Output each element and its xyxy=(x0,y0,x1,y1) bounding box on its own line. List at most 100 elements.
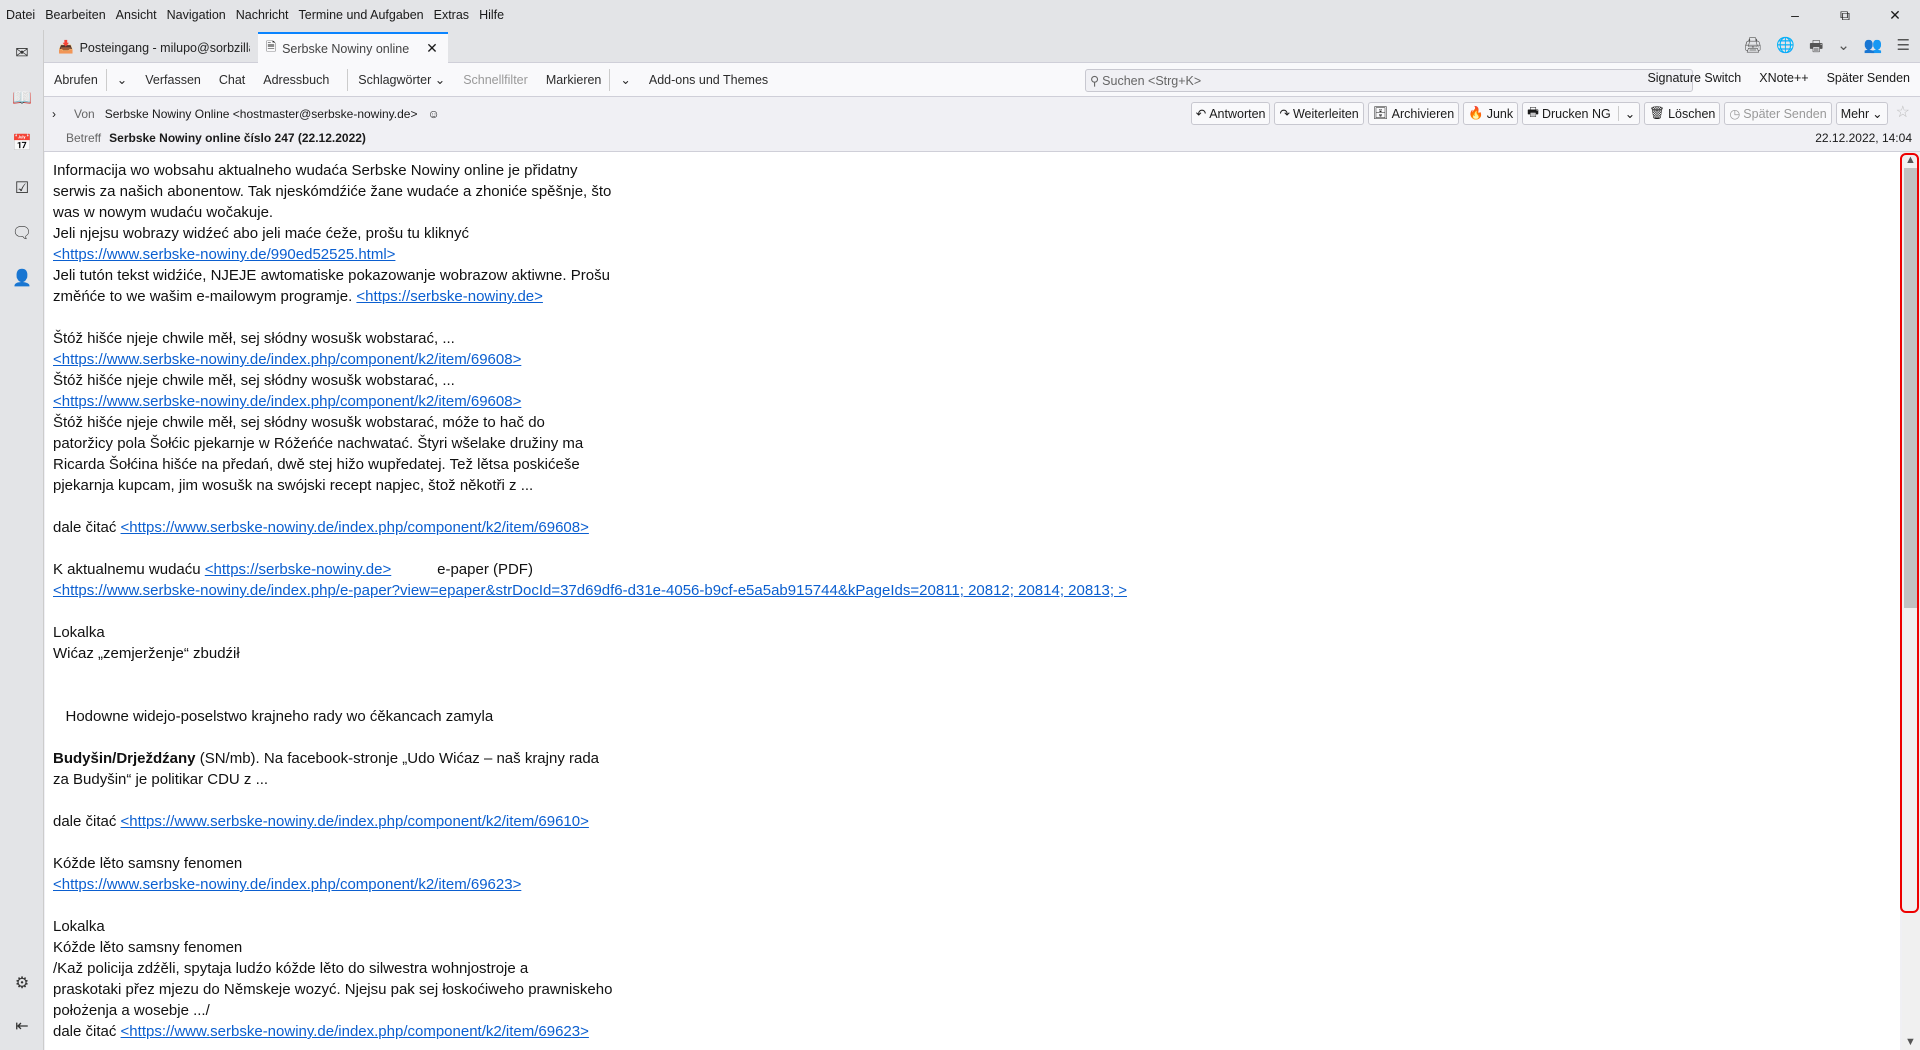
expand-header-icon[interactable]: › xyxy=(52,107,56,121)
get-messages-button[interactable]: Abrufen xyxy=(54,73,98,87)
menu-nachricht[interactable]: Nachricht xyxy=(236,8,289,22)
chevron-down-icon[interactable]: ⌄ xyxy=(620,72,630,87)
body-line: dale čitać <https://www.serbske-nowiny.d… xyxy=(53,1021,1900,1042)
search-icon: ⚲ xyxy=(1090,74,1100,88)
body-bold-text: Budyšin/Drježdźany xyxy=(53,750,196,767)
body-line: Kóžde lěto samsny fenomen xyxy=(53,853,1900,874)
body-text: Štóž hišće njeje chwile měł, sej słódny … xyxy=(53,372,455,389)
globe-icon[interactable]: 🌐 xyxy=(1776,36,1795,61)
body-link[interactable]: <https://www.serbske-nowiny.de/index.php… xyxy=(53,351,521,368)
body-line: <https://www.serbske-nowiny.de/index.php… xyxy=(53,349,1900,370)
body-line: Lokalka xyxy=(53,916,1900,937)
account-icon[interactable]: 👥 xyxy=(1864,36,1883,61)
more-button[interactable]: Mehr ⌄ xyxy=(1835,102,1888,125)
print-icon[interactable]: 🖨 xyxy=(1743,36,1762,61)
quick-filter-button[interactable]: Schnellfilter xyxy=(463,73,528,87)
junk-button[interactable]: 🔥 Junk xyxy=(1463,102,1519,125)
delete-button[interactable]: 🗑 Löschen xyxy=(1644,102,1721,125)
body-line: <https://www.serbske-nowiny.de/index.php… xyxy=(53,580,1900,601)
addons-button[interactable]: Add-ons und Themes xyxy=(649,73,768,87)
body-link[interactable]: <https://serbske-nowiny.de> xyxy=(356,288,543,305)
body-text: Hodowne widejo-poselstwo krajneho rady w… xyxy=(53,708,494,725)
archive-button[interactable]: 🗄 Archivieren xyxy=(1367,102,1460,125)
body-line xyxy=(53,895,1900,916)
body-line: Ricarda Šołćina hišće na předań, dwě ste… xyxy=(53,454,1900,475)
body-text: pjekarnja kupcam, jim wosušk na swójski … xyxy=(53,477,534,494)
star-icon[interactable]: ☆ xyxy=(1892,102,1914,125)
menu-extras[interactable]: Extras xyxy=(434,8,469,22)
print-ng-button[interactable]: 🖶 Drucken NG ⌄ xyxy=(1522,102,1641,125)
xnote-button[interactable]: XNote++ xyxy=(1759,71,1808,85)
body-line: <https://www.serbske-nowiny.de/990ed5252… xyxy=(53,244,1900,265)
body-link[interactable]: <https://serbske-nowiny.de> xyxy=(205,561,392,578)
tasks-icon[interactable]: ☑ xyxy=(11,177,33,199)
body-text: praskotaki přez mjezu do Němskeje wozyć.… xyxy=(53,981,613,998)
body-line: Štóž hišće njeje chwile měł, sej słódny … xyxy=(53,412,1900,433)
body-link[interactable]: <https://www.serbske-nowiny.de/index.php… xyxy=(121,519,589,536)
body-link[interactable]: <https://www.serbske-nowiny.de/990ed5252… xyxy=(53,246,395,263)
tags-button[interactable]: Schlagwörter ⌄ xyxy=(358,72,445,87)
body-text: Wićaz „zemjerženje“ zbudźił xyxy=(53,645,240,662)
scroll-down-icon[interactable]: ▼ xyxy=(1905,1036,1916,1048)
print-ng-icon[interactable]: 🖶 xyxy=(1809,36,1823,61)
menu-datei[interactable]: Datei xyxy=(6,8,35,22)
forward-button[interactable]: ↷ Weiterleiten xyxy=(1274,102,1364,125)
body-line: Lokalka xyxy=(53,622,1900,643)
write-button[interactable]: Verfassen xyxy=(145,73,201,87)
highlight-box xyxy=(1900,153,1919,913)
mail-icon[interactable]: ✉ xyxy=(11,42,33,64)
reply-button[interactable]: ↶ Antworten xyxy=(1190,102,1271,125)
body-line: dale čitać <https://www.serbske-nowiny.d… xyxy=(53,517,1900,538)
menu-termine[interactable]: Termine und Aufgaben xyxy=(299,8,424,22)
body-link[interactable]: <https://www.serbske-nowiny.de/index.php… xyxy=(53,393,521,410)
inbox-icon: 📥 xyxy=(58,40,74,54)
menu-ansicht[interactable]: Ansicht xyxy=(116,8,157,22)
menu-hilfe[interactable]: Hilfe xyxy=(479,8,504,22)
hamburger-menu-icon[interactable]: ☰ xyxy=(1897,36,1910,61)
send-later-header-button[interactable]: ◷ Später Senden xyxy=(1724,102,1832,125)
body-line: Štóž hišće njeje chwile měł, sej słódny … xyxy=(53,370,1900,391)
body-line: <https://www.serbske-nowiny.de/index.php… xyxy=(53,874,1900,895)
body-line xyxy=(53,538,1900,559)
addressbook-button[interactable]: Adressbuch xyxy=(263,73,329,87)
calendar-icon[interactable]: 📅 xyxy=(11,132,33,154)
tab-inbox[interactable]: 📥 Posteingang - milupo@sorbzilla xyxy=(50,32,258,63)
body-link[interactable]: <https://www.serbske-nowiny.de/index.php… xyxy=(53,582,1127,599)
body-text: Jeli tutón tekst widźiće, NJEJE awtomati… xyxy=(53,267,610,284)
send-later-button[interactable]: Später Senden xyxy=(1827,71,1910,85)
settings-icon[interactable]: ⚙ xyxy=(11,972,33,994)
close-tab-icon[interactable]: ✕ xyxy=(426,40,438,57)
body-text: dale čitać xyxy=(53,519,121,536)
body-line: změńće to we wašim e-mailowym programje.… xyxy=(53,286,1900,307)
chat-icon[interactable]: 🗨 xyxy=(11,222,33,244)
collapse-icon[interactable]: ⇤ xyxy=(11,1015,33,1037)
main-toolbar: Abrufen ⌄ Verfassen Chat Adressbuch Schl… xyxy=(44,63,1920,97)
chat-button[interactable]: Chat xyxy=(219,73,245,87)
chevron-down-icon[interactable]: ⌄ xyxy=(1617,106,1635,121)
contacts-icon[interactable]: 👤 xyxy=(11,267,33,289)
body-text: Kóžde lěto samsny fenomen xyxy=(53,855,243,872)
search-input[interactable]: ⚲ Suchen <Strg+K> xyxy=(1085,69,1693,92)
subject-value: Serbske Nowiny online číslo 247 (22.12.2… xyxy=(109,131,366,145)
body-line: za Budyšin“ je politikar CDU z ... xyxy=(53,769,1900,790)
menu-bearbeiten[interactable]: Bearbeiten xyxy=(45,8,105,22)
close-icon[interactable]: ✕ xyxy=(1870,0,1920,30)
from-value[interactable]: Serbske Nowiny Online <hostmaster@serbsk… xyxy=(105,107,418,121)
addressbook-icon[interactable]: 📖 xyxy=(11,87,33,109)
mark-button[interactable]: Markieren xyxy=(546,73,602,87)
signature-switch-button[interactable]: Signature Switch xyxy=(1647,71,1741,85)
message-body: Informacija wo wobsahu aktualneho wudaća… xyxy=(45,152,1900,1050)
body-link[interactable]: <https://www.serbske-nowiny.de/index.php… xyxy=(121,813,589,830)
body-text: e-paper (PDF) xyxy=(391,561,533,578)
chevron-down-icon[interactable]: ⌄ xyxy=(117,72,127,87)
minimize-icon[interactable]: – xyxy=(1770,0,1820,30)
restore-icon[interactable]: ⧉ xyxy=(1820,0,1870,30)
contact-icon[interactable]: ☺ xyxy=(427,107,439,121)
body-line: pjekarnja kupcam, jim wosušk na swójski … xyxy=(53,475,1900,496)
message-icon: 🗎 xyxy=(266,40,277,54)
menu-navigation[interactable]: Navigation xyxy=(167,8,226,22)
chevron-down-icon[interactable]: ⌄ xyxy=(1837,36,1850,61)
body-link[interactable]: <https://www.serbske-nowiny.de/index.php… xyxy=(121,1023,589,1040)
tab-message[interactable]: 🗎 Serbske Nowiny online číslo ✕ xyxy=(258,32,448,63)
body-link[interactable]: <https://www.serbske-nowiny.de/index.php… xyxy=(53,876,521,893)
